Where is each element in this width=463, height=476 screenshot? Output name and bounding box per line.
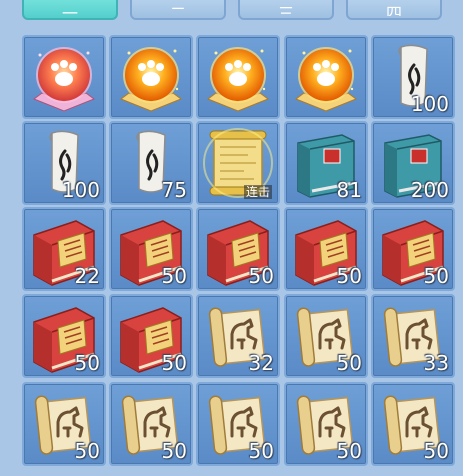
- inventory-slot[interactable]: [196, 35, 280, 119]
- inventory-slot[interactable]: 连击: [196, 121, 280, 205]
- tab-4[interactable]: 四: [346, 0, 442, 20]
- item-count: 50: [336, 264, 362, 288]
- inventory-slot[interactable]: 50: [109, 207, 193, 291]
- item-count: 50: [423, 439, 449, 463]
- item-count: 50: [74, 351, 100, 375]
- tab-label: 二: [169, 6, 186, 16]
- inventory-slot[interactable]: 100: [22, 121, 106, 205]
- inventory-slot[interactable]: 50: [371, 207, 455, 291]
- item-count: 33: [423, 351, 449, 375]
- inventory-slot[interactable]: 32: [196, 294, 280, 378]
- tab-1[interactable]: 一: [22, 0, 118, 20]
- tab-3[interactable]: 三: [238, 0, 334, 20]
- inventory-slot[interactable]: 100: [371, 35, 455, 119]
- tab-label: 三: [277, 6, 294, 16]
- inventory-slot[interactable]: 81: [284, 121, 368, 205]
- inventory-slot[interactable]: 22: [22, 207, 106, 291]
- inventory-slot[interactable]: 50: [371, 382, 455, 466]
- item-count: 50: [423, 264, 449, 288]
- item-count: 50: [248, 439, 274, 463]
- item-count: 50: [74, 439, 100, 463]
- item-count: 75: [161, 178, 187, 202]
- inventory-slot[interactable]: 75: [109, 121, 193, 205]
- tab-2[interactable]: 二: [130, 0, 226, 20]
- inventory-slot[interactable]: 33: [371, 294, 455, 378]
- tab-label: 四: [385, 6, 402, 16]
- inventory-slot[interactable]: 50: [109, 382, 193, 466]
- inventory-slot[interactable]: 50: [196, 382, 280, 466]
- item-tag: 连击: [243, 185, 272, 199]
- item-count: 50: [161, 264, 187, 288]
- item-count: 32: [248, 351, 274, 375]
- item-count: 50: [248, 264, 274, 288]
- inventory-slot[interactable]: 50: [109, 294, 193, 378]
- inventory-slot[interactable]: 200: [371, 121, 455, 205]
- inventory-slot[interactable]: 50: [22, 382, 106, 466]
- inventory-slot[interactable]: [109, 35, 193, 119]
- tab-bar: 一二三四: [0, 0, 463, 24]
- inventory-slot[interactable]: 50: [22, 294, 106, 378]
- inventory-slot[interactable]: 50: [284, 207, 368, 291]
- item-count: 50: [161, 351, 187, 375]
- item-count: 81: [336, 178, 362, 202]
- item-count: 100: [61, 178, 100, 202]
- inventory-slot[interactable]: [284, 35, 368, 119]
- item-count: 50: [161, 439, 187, 463]
- item-count: 22: [74, 264, 100, 288]
- item-count: 50: [336, 351, 362, 375]
- inventory-slot[interactable]: [22, 35, 106, 119]
- inventory-slot[interactable]: 50: [196, 207, 280, 291]
- item-count: 100: [410, 92, 449, 116]
- item-count: 200: [410, 178, 449, 202]
- tab-label: 一: [61, 6, 78, 16]
- item-count: 50: [336, 439, 362, 463]
- inventory-slot[interactable]: 50: [284, 294, 368, 378]
- inventory-slot[interactable]: 50: [284, 382, 368, 466]
